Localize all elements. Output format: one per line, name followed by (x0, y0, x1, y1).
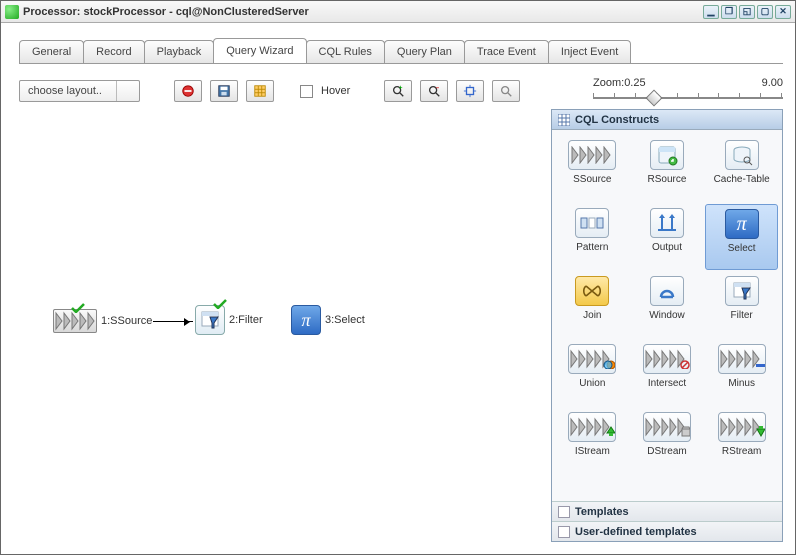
zoom-min: 0.25 (624, 77, 645, 89)
tab-general[interactable]: General (19, 40, 84, 63)
node-ssource[interactable]: 1:SSource (53, 309, 152, 333)
node-select[interactable]: π 3:Select (291, 305, 365, 335)
tab-inject-event[interactable]: Inject Event (548, 40, 631, 63)
svg-text:+: + (399, 84, 403, 91)
tab-trace-event[interactable]: Trace Event (464, 40, 549, 63)
chevron-down-icon (116, 81, 139, 101)
zoom-fit-button[interactable] (456, 80, 484, 102)
maximize-button[interactable]: ▢ (757, 5, 773, 19)
check-icon (71, 303, 85, 313)
zoom-out-button[interactable]: – (420, 80, 448, 102)
tab-playback[interactable]: Playback (144, 40, 215, 63)
palette-dstream[interactable]: DStream (631, 408, 704, 474)
palette-ssource[interactable]: SSource (556, 136, 629, 202)
palette-templates[interactable]: Templates (552, 501, 782, 521)
check-icon (213, 299, 227, 309)
restore-down-button[interactable]: ❐ (721, 5, 737, 19)
palette-select[interactable]: πSelect (705, 204, 778, 270)
tab-underline (19, 63, 783, 64)
template-icon (558, 506, 570, 518)
tab-query-plan[interactable]: Query Plan (384, 40, 465, 63)
palette-title: CQL Constructs (575, 114, 659, 126)
palette-header[interactable]: CQL Constructs (552, 110, 782, 130)
palette-join[interactable]: Join (556, 272, 629, 338)
palette-rstream[interactable]: RStream (705, 408, 778, 474)
zoom-max: 9.00 (762, 77, 783, 89)
toolbar: choose layout.. Hover + – Zoom: 0.25 9.0… (19, 77, 783, 105)
zoom-slider-area: Zoom: 0.25 9.00 (593, 77, 783, 105)
filter-icon (195, 305, 225, 335)
tab-bar: General Record Playback Query Wizard CQL… (19, 37, 795, 63)
palette-grid: SSource RSource Cache-Table Pattern Outp… (552, 130, 782, 476)
layout-combo-label: choose layout.. (20, 85, 116, 97)
node-filter[interactable]: 2:Filter (195, 305, 263, 335)
delete-button[interactable] (174, 80, 202, 102)
tab-record[interactable]: Record (83, 40, 144, 63)
save-button[interactable] (210, 80, 238, 102)
edge-1-2 (153, 321, 193, 322)
hover-label: Hover (321, 85, 350, 97)
palette-window[interactable]: Window (631, 272, 704, 338)
tab-query-wizard[interactable]: Query Wizard (213, 38, 306, 63)
palette-user-templates[interactable]: User-defined templates (552, 521, 782, 541)
node-label: 1:SSource (101, 315, 152, 327)
close-button[interactable]: ✕ (775, 5, 791, 19)
node-label: 3:Select (325, 314, 365, 326)
diagram-canvas[interactable]: 1:SSource 2:Filter π 3:Select (13, 109, 545, 542)
select-icon: π (291, 305, 321, 335)
palette-istream[interactable]: IStream (556, 408, 629, 474)
app-icon (5, 5, 19, 19)
template-icon (558, 526, 570, 538)
grid-button[interactable] (246, 80, 274, 102)
grid-icon (558, 114, 570, 126)
zoom-in-button[interactable]: + (384, 80, 412, 102)
hover-checkbox[interactable] (300, 85, 313, 98)
palette-rsource[interactable]: RSource (631, 136, 704, 202)
palette-intersect[interactable]: Intersect (631, 340, 704, 406)
svg-text:–: – (436, 84, 440, 91)
zoom-select-button[interactable] (492, 80, 520, 102)
minimize-button[interactable]: ▁ (703, 5, 719, 19)
node-label: 2:Filter (229, 314, 263, 326)
palette-filter[interactable]: Filter (705, 272, 778, 338)
window-titlebar: Processor: stockProcessor - cql@NonClust… (1, 1, 795, 23)
palette-union[interactable]: Union (556, 340, 629, 406)
zoom-slider[interactable] (593, 91, 783, 105)
palette-output[interactable]: Output (631, 204, 704, 270)
zoom-label: Zoom: (593, 77, 624, 89)
palette-panel: CQL Constructs SSource RSource Cache-Tab… (551, 109, 783, 542)
palette-cache-table[interactable]: Cache-Table (705, 136, 778, 202)
palette-pattern[interactable]: Pattern (556, 204, 629, 270)
restore-button[interactable]: ◱ (739, 5, 755, 19)
palette-minus[interactable]: Minus (705, 340, 778, 406)
window-title: Processor: stockProcessor - cql@NonClust… (23, 6, 309, 18)
layout-combo[interactable]: choose layout.. (19, 80, 140, 102)
tab-cql-rules[interactable]: CQL Rules (306, 40, 385, 63)
